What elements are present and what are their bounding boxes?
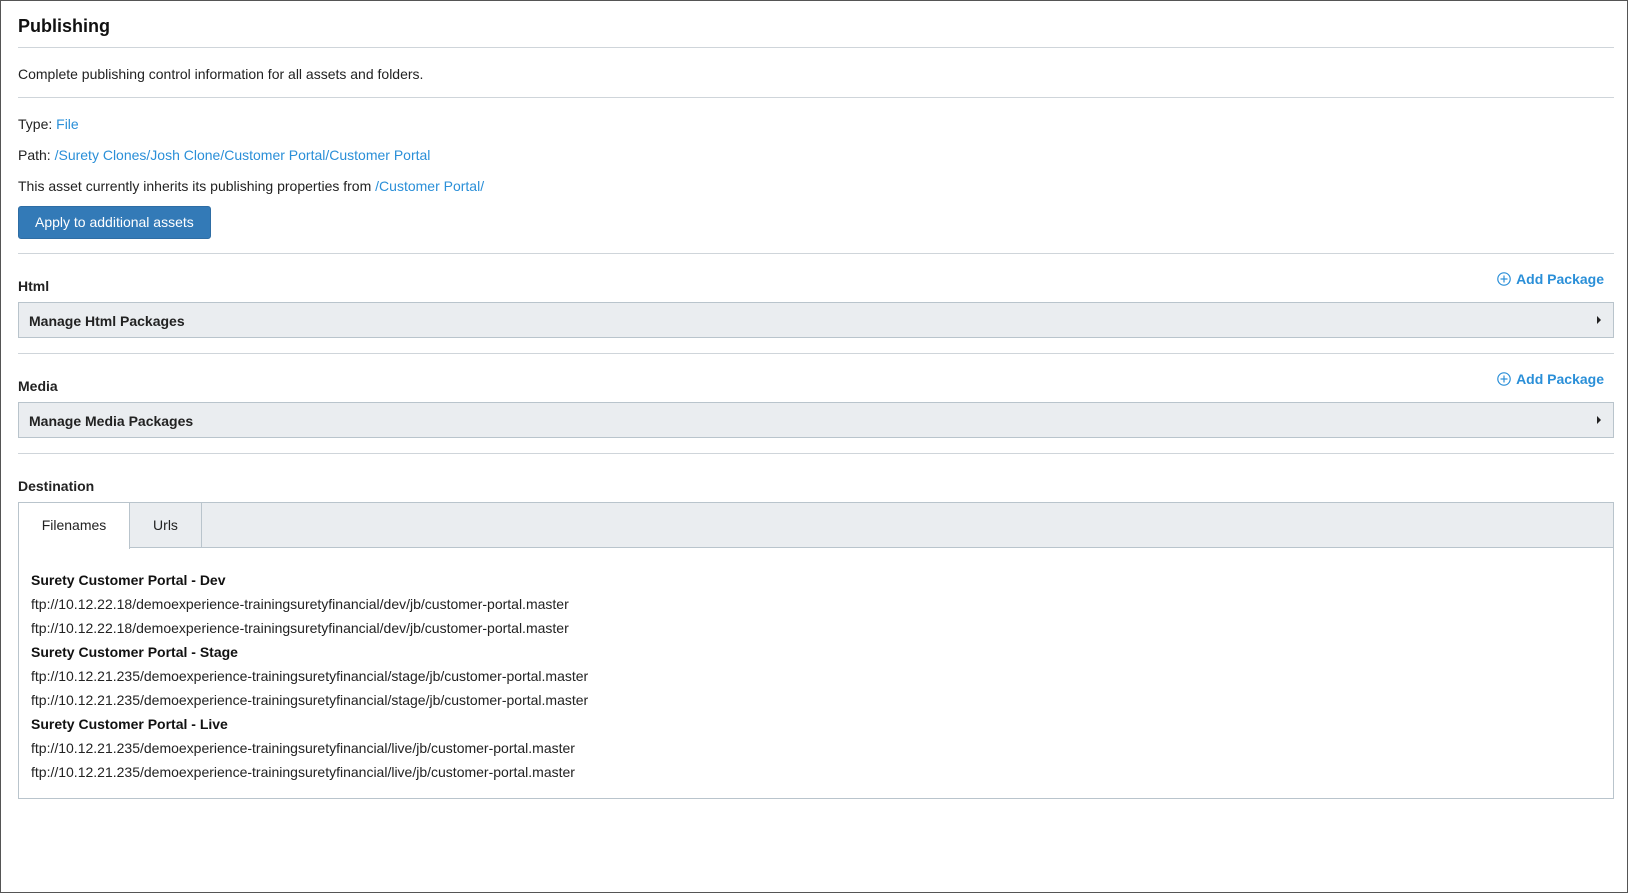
tab-strip: Filenames Urls	[19, 503, 1613, 549]
manage-html-packages-accordion[interactable]: Manage Html Packages	[18, 302, 1614, 338]
destination-group-title: Surety Customer Portal - Stage	[31, 644, 238, 660]
destination-section-header: Destination	[18, 454, 1614, 502]
plus-circle-icon	[1497, 272, 1511, 286]
media-section-header: Media Add Package	[18, 354, 1614, 402]
media-add-package-button[interactable]: Add Package	[1497, 370, 1604, 388]
destination-url: ftp://10.12.21.235/demoexperience-traini…	[31, 692, 589, 708]
html-add-package-button[interactable]: Add Package	[1497, 270, 1604, 288]
caret-right-icon	[1597, 316, 1601, 324]
accordion-label: Manage Html Packages	[29, 313, 185, 329]
type-row: Type: File	[18, 116, 1614, 132]
destination-url: ftp://10.12.22.18/demoexperience-trainin…	[31, 620, 569, 636]
destination-url: ftp://10.12.21.235/demoexperience-traini…	[31, 668, 589, 684]
html-section-header: Html Add Package	[18, 254, 1614, 302]
inherit-row: This asset currently inherits its publis…	[18, 178, 1614, 194]
destination-url: ftp://10.12.22.18/demoexperience-trainin…	[31, 596, 569, 612]
add-package-label: Add Package	[1516, 371, 1604, 387]
tab-urls[interactable]: Urls	[130, 503, 202, 548]
accordion-label: Manage Media Packages	[29, 413, 194, 429]
path-label: Path:	[18, 147, 51, 163]
manage-media-packages-accordion[interactable]: Manage Media Packages	[18, 402, 1614, 438]
path-link[interactable]: /Surety Clones/Josh Clone/Customer Porta…	[55, 147, 431, 163]
publishing-dialog: Publishing Complete publishing control i…	[0, 0, 1628, 893]
html-section-label: Html	[18, 278, 50, 294]
media-section-label: Media	[18, 378, 58, 394]
path-row: Path: /Surety Clones/Josh Clone/Customer…	[18, 147, 1614, 163]
add-package-label: Add Package	[1516, 271, 1604, 287]
page-title: Publishing	[18, 16, 110, 36]
destination-group-title: Surety Customer Portal - Dev	[31, 572, 226, 588]
type-link[interactable]: File	[56, 116, 79, 132]
destination-tabs-panel: Filenames Urls Surety Customer Portal - …	[18, 502, 1614, 799]
type-label: Type:	[18, 116, 53, 132]
destination-url: ftp://10.12.21.235/demoexperience-traini…	[31, 764, 575, 780]
page-description: Complete publishing control information …	[18, 66, 424, 82]
publishing-panel: Publishing Complete publishing control i…	[18, 1, 1614, 799]
caret-right-icon	[1597, 416, 1601, 424]
destination-url: ftp://10.12.21.235/demoexperience-traini…	[31, 740, 575, 756]
destination-section-label: Destination	[18, 478, 95, 494]
apply-to-additional-assets-button[interactable]: Apply to additional assets	[18, 206, 211, 239]
divider	[18, 47, 1614, 48]
plus-circle-icon	[1497, 372, 1511, 386]
tab-filenames[interactable]: Filenames	[19, 503, 130, 549]
inherit-text: This asset currently inherits its publis…	[18, 178, 372, 194]
filenames-tab-content: Surety Customer Portal - Dev ftp://10.12…	[19, 548, 1613, 784]
inherit-link[interactable]: /Customer Portal/	[375, 178, 484, 194]
destination-group-title: Surety Customer Portal - Live	[31, 716, 228, 732]
